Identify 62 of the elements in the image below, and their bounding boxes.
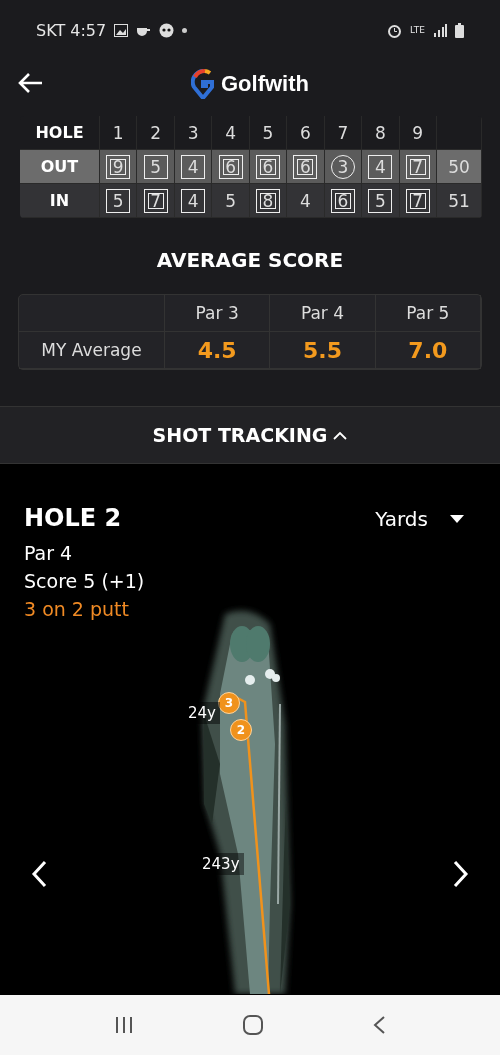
- table-cell: 5.5: [270, 332, 376, 369]
- shot-tracking-toggle[interactable]: SHOT TRACKING: [0, 406, 500, 464]
- table-cell: HOLE: [20, 116, 100, 150]
- caret-icon: [450, 515, 464, 523]
- score-mark: 5: [106, 188, 131, 213]
- score-mark: 5: [368, 188, 393, 213]
- table-cell: 4: [212, 116, 250, 150]
- table-cell: 7.0: [375, 332, 481, 369]
- back-icon: [372, 1015, 386, 1035]
- score-mark: 4: [181, 154, 206, 179]
- score-mark: 5: [143, 154, 168, 179]
- signal-icon: [433, 23, 447, 37]
- score-mark: 7: [143, 188, 168, 213]
- carrier-time: SKT 4:57: [36, 20, 107, 40]
- score-mark: 8: [256, 188, 280, 213]
- recents-icon: [114, 1016, 134, 1034]
- score-mark: 7: [405, 154, 430, 179]
- app-title: Golfwith: [221, 71, 309, 97]
- table-cell: 50: [437, 150, 482, 184]
- hole-title: HOLE 2: [24, 504, 123, 532]
- table-cell: MY Average: [19, 332, 165, 369]
- unit-dropdown[interactable]: Yards: [369, 506, 470, 532]
- face-icon: [159, 22, 175, 38]
- table-cell: 4.5: [165, 332, 271, 369]
- logo-icon: [191, 69, 215, 99]
- score-mark: 6: [256, 154, 280, 179]
- table-cell: Par 4: [270, 295, 376, 332]
- gallery-icon: [114, 23, 129, 37]
- score-mark: 4: [368, 154, 393, 179]
- score-mark: 4: [181, 188, 206, 213]
- chevron-icon: [333, 430, 348, 440]
- table-cell: 6: [287, 116, 325, 150]
- table-cell: 2: [137, 116, 175, 150]
- score-mark: 6: [330, 188, 355, 213]
- table-cell: 1: [100, 116, 138, 150]
- table-cell: 9: [399, 116, 437, 150]
- table-cell: Par 3: [165, 295, 271, 332]
- table-cell: IN: [20, 184, 100, 218]
- previous-button[interactable]: [30, 860, 48, 888]
- section-title: AVERAGE SCORE: [155, 248, 345, 272]
- score-mark: 5: [224, 189, 237, 213]
- home-icon: [242, 1014, 264, 1036]
- par-label: Par 4: [24, 542, 74, 564]
- table-cell: 7: [324, 116, 363, 150]
- score-mark: 9: [106, 154, 131, 179]
- putt-label: 3 on 2 putt: [24, 598, 130, 620]
- score-mark: 6: [218, 154, 243, 179]
- next-button[interactable]: [452, 860, 470, 888]
- table-cell: Par 5: [375, 295, 481, 332]
- table-cell: 5: [249, 116, 288, 150]
- table-cell: OUT: [20, 150, 100, 184]
- table-cell: 3: [174, 116, 213, 150]
- table-cell: 8: [362, 116, 400, 150]
- table-cell: 51: [437, 184, 482, 218]
- network-label: LTE: [410, 25, 425, 35]
- dot-icon: [182, 27, 188, 33]
- score-label: Score 5 (+1): [24, 570, 145, 592]
- score-mark: 6: [293, 154, 318, 179]
- score-mark: 4: [299, 189, 312, 213]
- score-mark: 7: [405, 188, 430, 213]
- alarm-icon: [387, 22, 403, 38]
- battery-icon: [455, 22, 464, 38]
